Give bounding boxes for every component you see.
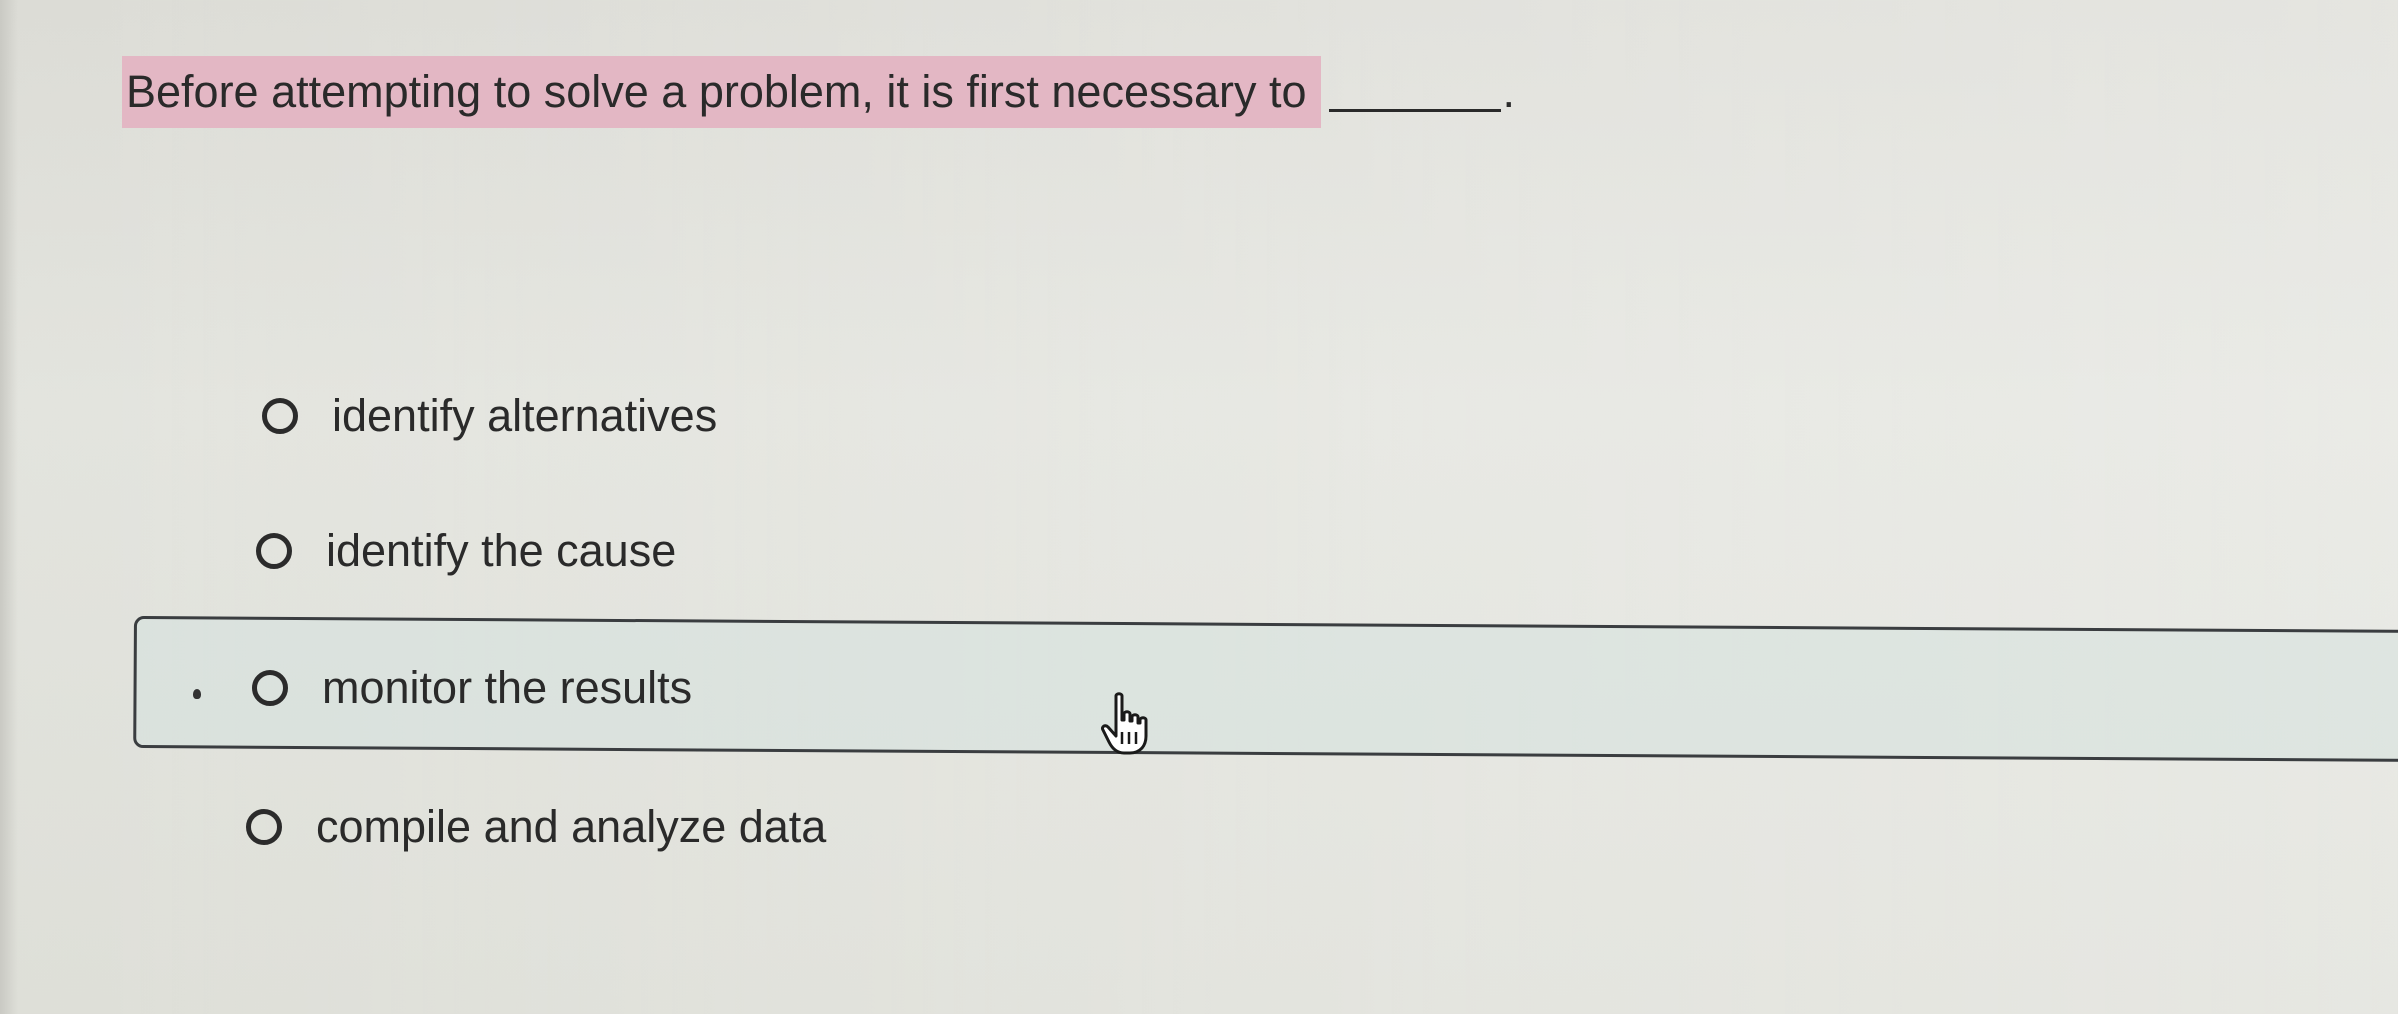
answer-options: identify alternatives identify the cause… bbox=[0, 0, 2398, 1014]
option-label: compile and analyze data bbox=[316, 801, 827, 852]
hand-pointer-icon bbox=[1101, 692, 1148, 755]
option-compile-and-analyze-data[interactable]: compile and analyze data bbox=[246, 792, 826, 862]
option-label: identify the cause bbox=[326, 525, 677, 576]
radio-empty-icon[interactable] bbox=[262, 398, 298, 434]
option-label: identify alternatives bbox=[332, 390, 718, 441]
radio-empty-icon[interactable] bbox=[246, 809, 282, 845]
option-monitor-the-results[interactable]: monitor the results bbox=[252, 653, 692, 723]
option-identify-the-cause[interactable]: identify the cause bbox=[256, 516, 676, 586]
option-identify-alternatives[interactable]: identify alternatives bbox=[262, 381, 717, 451]
row-marker bbox=[193, 689, 201, 699]
option-label: monitor the results bbox=[322, 662, 693, 713]
radio-empty-icon[interactable] bbox=[256, 533, 292, 569]
radio-empty-icon[interactable] bbox=[252, 670, 288, 706]
